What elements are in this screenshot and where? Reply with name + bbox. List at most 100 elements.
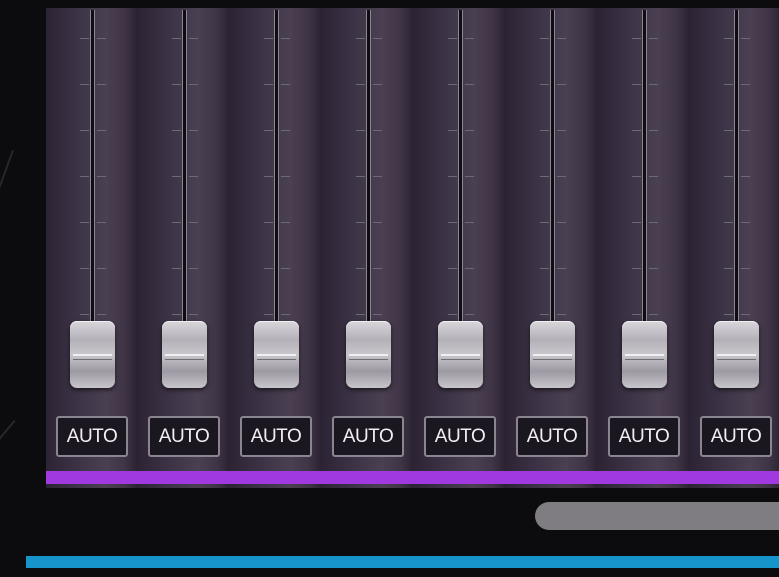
fader-scale-tick xyxy=(373,84,382,85)
fader-scale-tick xyxy=(172,84,181,85)
fader-scale-tick xyxy=(465,268,474,269)
fader-scale-tick xyxy=(557,176,566,177)
mixer-panel: AUTO AUTO AUTO AUTO AUTO AUTO AUTO AUTO xyxy=(46,8,779,488)
fader-scale-tick xyxy=(448,176,457,177)
fader-scale-tick xyxy=(264,176,273,177)
auto-button[interactable]: AUTO xyxy=(148,416,220,457)
fader-scale-tick xyxy=(724,130,733,131)
fader-cap-icon[interactable] xyxy=(346,321,391,388)
auto-button[interactable]: AUTO xyxy=(608,416,680,457)
fader-scale-tick xyxy=(649,84,658,85)
background-streak xyxy=(0,150,14,208)
fader-scale-tick xyxy=(649,314,658,315)
fader-scale-tick xyxy=(356,84,365,85)
fader-scale-tick xyxy=(189,222,198,223)
fader-cap-icon[interactable] xyxy=(438,321,483,388)
channel-color-strip xyxy=(414,471,506,484)
fader-track xyxy=(458,10,463,330)
fader-scale-tick xyxy=(540,268,549,269)
fader-scale-tick xyxy=(448,222,457,223)
fader-scale-tick xyxy=(448,130,457,131)
fader-track xyxy=(274,10,279,330)
channel-strip-8: AUTO xyxy=(690,8,779,488)
fader-scale-tick xyxy=(649,176,658,177)
fader-scale-tick xyxy=(356,130,365,131)
fader-scale-tick xyxy=(557,314,566,315)
auto-button[interactable]: AUTO xyxy=(332,416,404,457)
background-streak xyxy=(0,420,16,452)
fader-scale-tick xyxy=(189,176,198,177)
fader-cap-icon[interactable] xyxy=(254,321,299,388)
fader-cap-icon[interactable] xyxy=(70,321,115,388)
fader-scale-tick xyxy=(356,38,365,39)
fader-scale-tick xyxy=(448,314,457,315)
horizontal-scrollbar-thumb[interactable] xyxy=(535,502,779,530)
fader-scale-tick xyxy=(172,268,181,269)
fader-scale-tick xyxy=(557,222,566,223)
fader-scale-tick xyxy=(632,222,641,223)
fader-scale-tick xyxy=(172,314,181,315)
fader-scale-tick xyxy=(741,176,750,177)
fader-scale-tick xyxy=(632,176,641,177)
fader-scale-tick xyxy=(264,222,273,223)
fader-scale-tick xyxy=(281,84,290,85)
fader-cap-icon[interactable] xyxy=(530,321,575,388)
fader-scale-tick xyxy=(557,130,566,131)
fader-scale-tick xyxy=(741,222,750,223)
fader-scale-tick xyxy=(540,314,549,315)
fader-scale-tick xyxy=(448,268,457,269)
channel-color-strip xyxy=(46,471,138,484)
fader-scale-tick xyxy=(724,314,733,315)
fader-scale-tick xyxy=(97,222,106,223)
fader-scale-tick xyxy=(281,268,290,269)
fader-scale-tick xyxy=(281,38,290,39)
fader-scale-tick xyxy=(172,222,181,223)
channel-strip-6: AUTO xyxy=(506,8,599,488)
fader-scale-tick xyxy=(80,84,89,85)
fader-scale-tick xyxy=(465,130,474,131)
channel-strip-5: AUTO xyxy=(414,8,507,488)
channel-strip-1: AUTO xyxy=(46,8,139,488)
fader-scale-tick xyxy=(172,130,181,131)
auto-button[interactable]: AUTO xyxy=(516,416,588,457)
fader-scale-tick xyxy=(448,38,457,39)
fader-cap-icon[interactable] xyxy=(622,321,667,388)
fader-scale-tick xyxy=(741,130,750,131)
fader-scale-tick xyxy=(540,222,549,223)
fader-scale-tick xyxy=(373,314,382,315)
fader-track xyxy=(642,10,647,330)
channel-color-strip xyxy=(506,471,598,484)
fader-track xyxy=(550,10,555,330)
fader-scale-tick xyxy=(281,314,290,315)
fader-scale-tick xyxy=(356,268,365,269)
fader-scale-tick xyxy=(80,314,89,315)
fader-scale-tick xyxy=(80,268,89,269)
fader-scale-tick xyxy=(741,314,750,315)
fader-scale-tick xyxy=(465,314,474,315)
auto-button[interactable]: AUTO xyxy=(424,416,496,457)
fader-scale-tick xyxy=(465,84,474,85)
fader-scale-tick xyxy=(557,38,566,39)
fader-scale-tick xyxy=(97,268,106,269)
fader-scale-tick xyxy=(281,130,290,131)
channel-strip-3: AUTO xyxy=(230,8,323,488)
fader-cap-icon[interactable] xyxy=(714,321,759,388)
fader-scale-tick xyxy=(649,38,658,39)
fader-scale-tick xyxy=(97,314,106,315)
fader-scale-tick xyxy=(281,176,290,177)
fader-scale-tick xyxy=(281,222,290,223)
fader-scale-tick xyxy=(264,130,273,131)
fader-scale-tick xyxy=(373,268,382,269)
fader-scale-tick xyxy=(189,84,198,85)
fader-scale-tick xyxy=(540,130,549,131)
fader-scale-tick xyxy=(741,38,750,39)
fader-scale-tick xyxy=(632,268,641,269)
channel-color-strip xyxy=(322,471,414,484)
fader-scale-tick xyxy=(97,84,106,85)
fader-cap-icon[interactable] xyxy=(162,321,207,388)
auto-button[interactable]: AUTO xyxy=(56,416,128,457)
fader-scale-tick xyxy=(373,176,382,177)
auto-button[interactable]: AUTO xyxy=(700,416,772,457)
fader-track xyxy=(90,10,95,330)
auto-button[interactable]: AUTO xyxy=(240,416,312,457)
